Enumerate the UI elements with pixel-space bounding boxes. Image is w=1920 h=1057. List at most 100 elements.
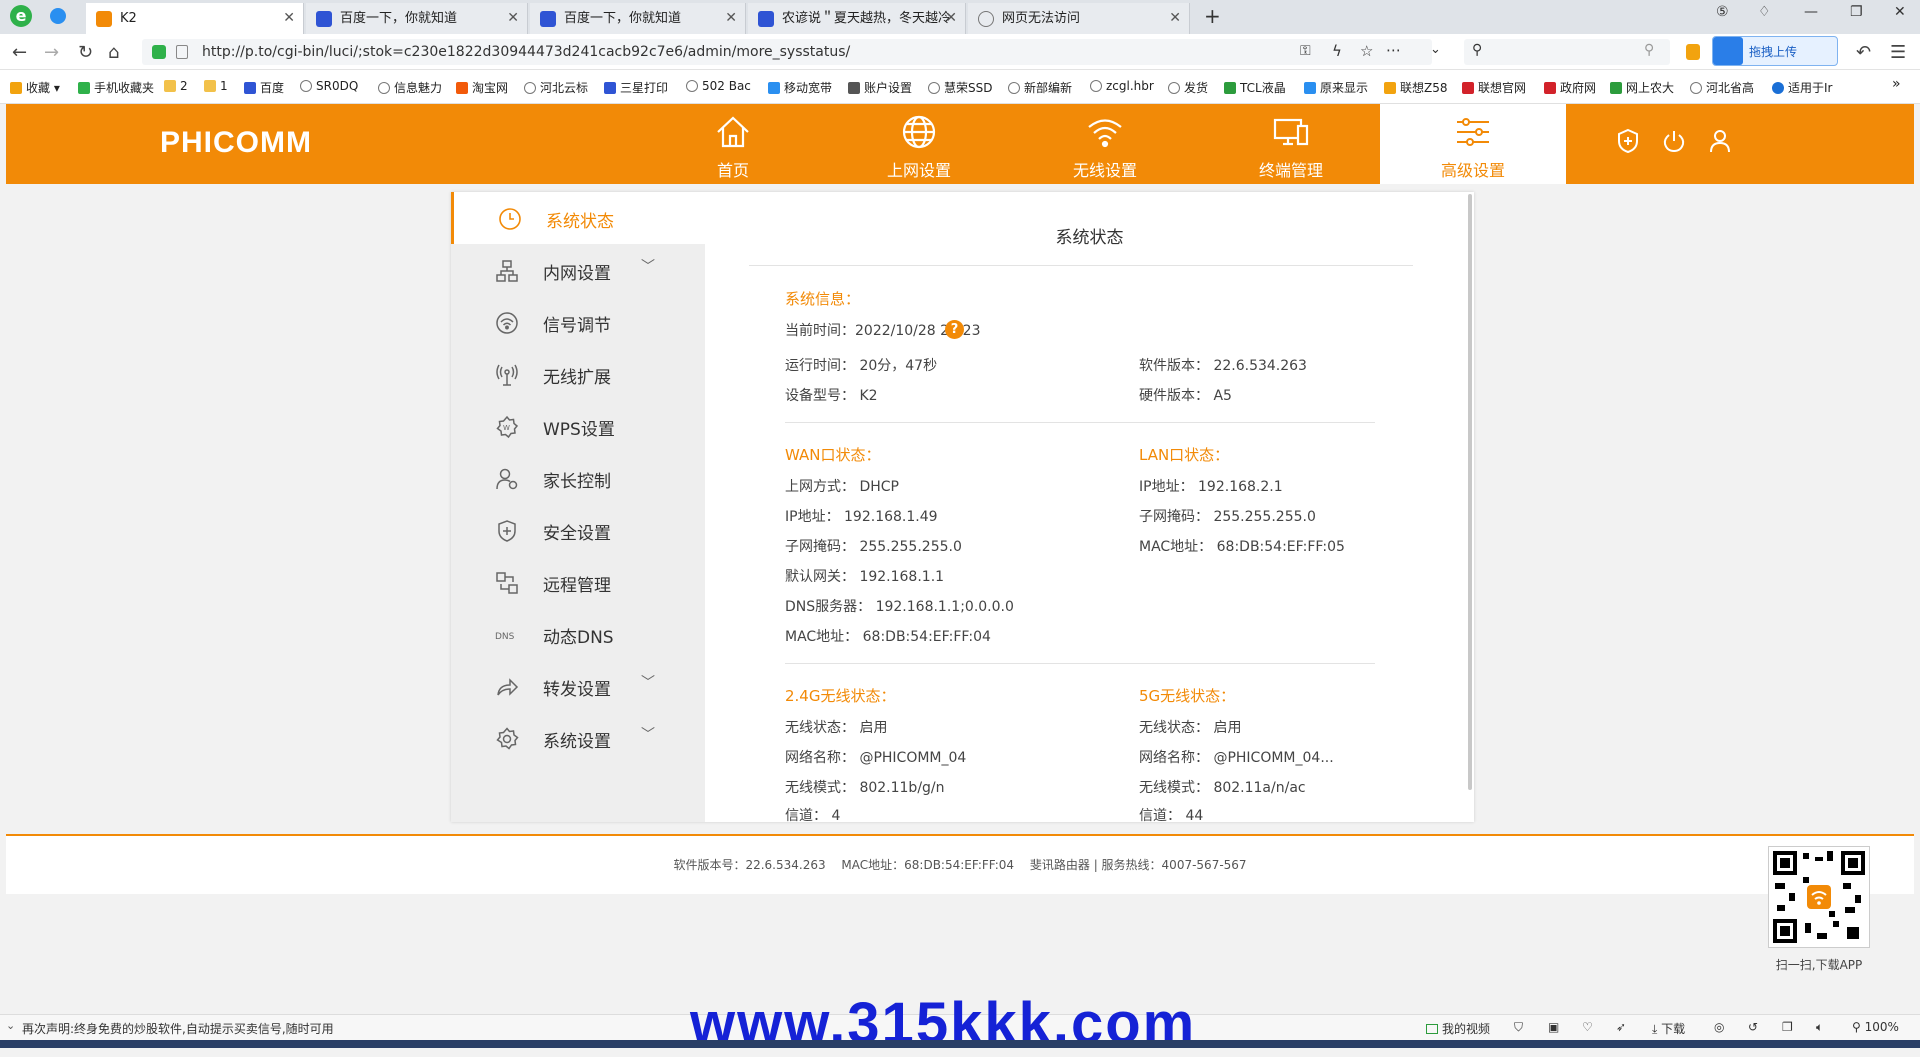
telegram-icon[interactable] (50, 8, 66, 24)
nav-internet[interactable]: 上网设置 (826, 104, 1012, 184)
heart-icon[interactable]: ♡ (1582, 1020, 1593, 1034)
sidebar-item-wps[interactable]: W WPS设置 (451, 400, 705, 452)
bookmark-item[interactable]: 发货 (1168, 79, 1208, 96)
bookmark-item[interactable]: TCL液晶 (1224, 79, 1286, 96)
tab-baidu-2[interactable]: 百度一下，你就知道 ✕ (530, 3, 746, 34)
key-icon[interactable]: ⚿ (1300, 43, 1311, 59)
bookmark-item[interactable]: 河北省高 (1690, 79, 1754, 96)
bookmark-item[interactable]: 慧荣SSD (928, 79, 992, 96)
close-icon[interactable]: ✕ (725, 3, 737, 34)
shield-badge-icon[interactable] (1686, 44, 1700, 60)
bookmark-item[interactable]: 手机收藏夹 (78, 79, 154, 96)
shirt-icon[interactable]: ♢ (1758, 4, 1771, 20)
phicomm-logo[interactable]: PHICOMM (160, 126, 312, 160)
nav-home[interactable]: 首页 (640, 104, 826, 184)
star-icon[interactable]: ☆ (1360, 42, 1373, 60)
bookmark-item[interactable]: 百度 (244, 79, 284, 96)
upload-button[interactable]: 拖拽上传 (1712, 36, 1838, 66)
chevron-down-icon[interactable]: ﹀ (641, 724, 655, 744)
bookmark-item[interactable]: 联想官网 (1462, 79, 1526, 96)
bookmark-item[interactable]: 502 Bac (686, 79, 751, 93)
back-arrow-icon[interactable]: ← (12, 42, 27, 63)
chevron-down-icon[interactable]: ⌄ (6, 1019, 15, 1032)
more-icon[interactable]: ⋯ (1386, 41, 1401, 59)
close-icon[interactable]: ✕ (1169, 3, 1181, 34)
refresh-icon[interactable]: ↺ (1748, 1020, 1758, 1034)
menu-icon[interactable]: ☰ (1890, 42, 1906, 63)
tab-baidu-1[interactable]: 百度一下，你就知道 ✕ (306, 3, 528, 34)
nav-devices[interactable]: 终端管理 (1198, 104, 1384, 184)
sidebar-item-forwarding[interactable]: 转发设置 ﹀ (451, 660, 705, 712)
window-icon[interactable]: ❐ (1782, 1020, 1793, 1034)
bookmark-item[interactable]: 信息魅力 (378, 79, 442, 96)
bookmark-item[interactable]: 网上农大 (1610, 79, 1674, 96)
nav-advanced[interactable]: 高级设置 (1380, 104, 1566, 184)
tab-k2[interactable]: K2 ✕ (86, 3, 304, 34)
tab-unreachable[interactable]: 网页无法访问 ✕ (968, 3, 1190, 34)
download-button[interactable]: ⤓ 下载 (1652, 1020, 1685, 1037)
status-message[interactable]: 再次声明:终身免费的炒股软件,自动提示买卖信号,随时可用 (22, 1020, 334, 1037)
sidebar-item-remote[interactable]: 远程管理 (451, 556, 705, 608)
badge-icon[interactable]: ⑤ (1716, 4, 1729, 20)
more-bookmarks-icon[interactable]: » (1892, 76, 1901, 92)
bookmark-item[interactable]: 三星打印 (604, 79, 668, 96)
sidebar-item-lan-settings[interactable]: 内网设置 ﹀ (451, 244, 705, 296)
bookmark-item[interactable]: SR0DQ (300, 79, 358, 93)
close-window-button[interactable]: ✕ (1894, 4, 1906, 20)
shield-plus-icon[interactable] (1616, 128, 1640, 154)
sidebar-item-ddns[interactable]: DNS 动态DNS (451, 608, 705, 660)
bookmark-item[interactable]: 收藏 ▾ (10, 79, 60, 96)
undo-icon[interactable]: ↶ (1856, 42, 1871, 63)
shield-icon[interactable]: ⛉ (1514, 1020, 1523, 1035)
browser-logo-icon[interactable]: e (10, 5, 32, 27)
sidebar-item-wireless-extend[interactable]: 无线扩展 (451, 348, 705, 400)
sidebar-item-security[interactable]: 安全设置 (451, 504, 705, 556)
close-icon[interactable]: ✕ (945, 3, 957, 34)
search-input[interactable]: ⚲ ⚲ (1464, 39, 1670, 65)
url-text[interactable]: http://p.to/cgi-bin/luci/;stok=c230e1822… (202, 39, 850, 65)
address-bar[interactable]: http://p.to/cgi-bin/luci/;stok=c230e1822… (142, 39, 1441, 65)
site-info-icon[interactable] (176, 45, 188, 59)
image-icon[interactable]: ▣ (1548, 1020, 1559, 1034)
bookmark-item[interactable]: 新部编新 (1008, 79, 1072, 96)
bookmark-item[interactable]: 适用于Ir (1772, 79, 1832, 96)
bookmark-item[interactable]: 联想Z58 (1384, 79, 1448, 96)
bookmark-item[interactable]: 移动宽带 (768, 79, 832, 96)
my-video-button[interactable]: 我的视频 (1426, 1020, 1490, 1037)
sidebar-item-system-status[interactable]: 系统状态 (451, 192, 705, 244)
chevron-down-icon[interactable]: ⌄ (1430, 42, 1441, 57)
search-icon[interactable]: ⚲ (1472, 42, 1482, 58)
close-icon[interactable]: ✕ (283, 3, 295, 34)
refresh-icon[interactable]: ↻ (78, 42, 93, 63)
bookmark-folder[interactable]: 2 (164, 79, 188, 93)
forward-arrow-icon[interactable]: → (44, 42, 59, 63)
user-icon[interactable] (1708, 128, 1732, 154)
chevron-down-icon[interactable]: ﹀ (641, 256, 655, 276)
sidebar-item-parental[interactable]: 家长控制 (451, 452, 705, 504)
sidebar-item-system-settings[interactable]: 系统设置 ﹀ (451, 712, 705, 764)
bookmark-item[interactable]: 政府网 (1544, 79, 1596, 96)
bookmark-item[interactable]: 淘宝网 (456, 79, 508, 96)
minimize-button[interactable]: — (1804, 4, 1818, 20)
chevron-down-icon[interactable]: ﹀ (641, 672, 655, 692)
bookmark-item[interactable]: 账户设置 (848, 79, 912, 96)
rocket-icon[interactable]: ➶ (1616, 1020, 1626, 1034)
bookmark-item[interactable]: zcgl.hbr (1090, 79, 1154, 93)
ie-icon[interactable]: ◎ (1714, 1020, 1724, 1034)
sidebar-item-signal[interactable]: 信号调节 (451, 296, 705, 348)
tab-proverb[interactable]: 农谚说＂夏天越热，冬天越冷 ✕ (748, 3, 966, 34)
home-icon[interactable]: ⌂ (108, 42, 119, 63)
restore-button[interactable]: ❐ (1850, 4, 1863, 20)
zoom-level[interactable]: ⚲ 100% (1852, 1020, 1899, 1034)
search-icon[interactable]: ⚲ (1644, 42, 1654, 58)
power-icon[interactable] (1662, 128, 1686, 154)
bookmark-item[interactable]: 河北云标 (524, 79, 588, 96)
nav-wireless[interactable]: 无线设置 (1012, 104, 1198, 184)
bookmark-item[interactable]: 原来显示 (1304, 79, 1368, 96)
new-tab-button[interactable]: + (1204, 4, 1221, 28)
close-icon[interactable]: ✕ (507, 3, 519, 34)
help-icon[interactable]: ? (945, 320, 964, 339)
speaker-icon[interactable]: 🔈︎ (1816, 1020, 1823, 1035)
security-shield-icon[interactable] (152, 45, 166, 59)
lightning-icon[interactable]: ϟ (1332, 42, 1342, 60)
